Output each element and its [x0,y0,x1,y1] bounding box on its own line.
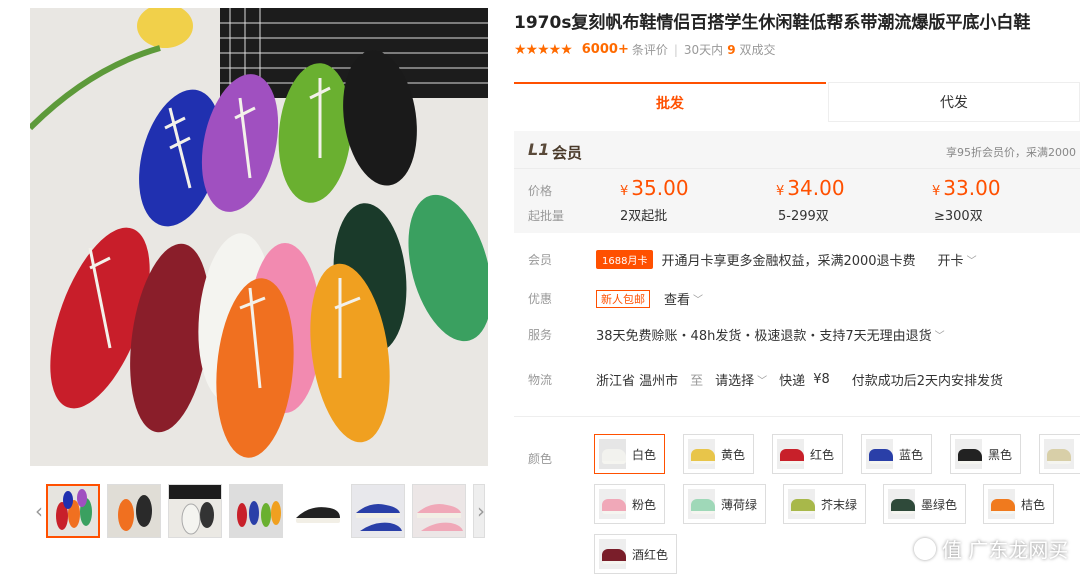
color-label: 颜色 [528,452,553,466]
shoe-thumbnail [599,439,626,469]
view-promo-link[interactable]: 查看 [664,289,690,308]
shipping-fee: ¥8 [813,372,830,387]
shoe-thumbnail [866,439,893,469]
color-option-white[interactable]: 白色 [594,434,665,474]
sold-suffix: 双成交 [739,43,776,57]
new-user-shipping-badge: 新人包邮 [596,289,650,308]
thumbnail[interactable] [46,484,100,538]
thumbnail[interactable] [290,484,344,538]
color-option-mint-green[interactable]: 薄荷绿 [683,484,766,524]
rating-row: ★★★★★ 6000+ 条评价 | 30天内 9 双成交 [514,41,776,58]
row-label: 物流 [528,373,553,387]
chevron-down-icon[interactable]: ﹀ [693,291,703,306]
rating-label: 条评价 [631,43,668,57]
watermark: 值 广东龙网买 [914,534,1068,563]
color-option-orange[interactable]: 桔色 [983,484,1054,524]
shoe-thumbnail [688,439,715,469]
monthly-card-badge: 1688月卡 [596,250,654,269]
row-label: 会员 [528,253,553,267]
price-label: 价格 [528,184,553,198]
qty-label: 起批量 [528,209,565,223]
shoe-thumbnail [788,489,815,519]
color-option-pink[interactable]: 粉色 [594,484,665,524]
shipping-note: 付款成功后2天内安排发货 [851,374,1004,389]
color-option-red[interactable]: 红色 [772,434,843,474]
thumbnail[interactable] [412,484,466,538]
chevron-down-icon[interactable]: ﹀ [935,327,945,342]
purchase-mode-tabs: 批发 代发 [514,82,1080,122]
member-label: 会员 [552,144,583,162]
tier-qty: 2双起批 [620,209,668,224]
shoe-thumbnail [599,539,626,569]
tier-price: ¥33.00 [932,176,1001,200]
promo-row: 优惠 新人包邮 查看 ﹀ [514,287,1080,311]
color-option-blue[interactable]: 蓝色 [861,434,932,474]
shoe-thumbnail [1044,439,1074,469]
color-option-wine-red[interactable]: 酒红色 [594,534,677,574]
tier-price: ¥35.00 [620,176,689,200]
color-option-black[interactable]: 黑色 [950,434,1021,474]
shoe-thumbnail [688,489,715,519]
service-row: 服务 38天免费赊账・48h发货・极速退款・支持7天无理由退货 ﹀ [514,323,1080,347]
chevron-down-icon[interactable]: ﹀ [967,252,977,267]
thumbnail[interactable] [107,484,161,538]
chevron-left-icon[interactable]: ‹ [32,494,46,528]
thumbnail[interactable] [168,484,222,538]
sold-count: 9 [727,42,736,57]
color-option-partial[interactable] [1039,434,1080,474]
tier-price: ¥34.00 [776,176,845,200]
color-option-mustard-green[interactable]: 芥末绿 [783,484,866,524]
thumbnail-strip: ‹ › [30,480,490,542]
price-panel: L1 会员 享95折会员价，采满2000 价格 起批量 ¥35.00 2双起批 … [514,131,1080,233]
member-level: L1 [528,140,550,159]
thumbnail[interactable] [229,484,283,538]
product-title: 1970s复刻帆布鞋情侣百搭学生休闲鞋低帮系带潮流爆版平底小白鞋 [514,13,1031,33]
tab-dropship[interactable]: 代发 [827,82,1080,122]
tier-qty: 5-299双 [778,209,829,224]
rating-count[interactable]: 6000+ [582,42,629,57]
row-label: 服务 [528,328,553,342]
main-product-image[interactable] [30,8,488,466]
watermark-logo-icon [914,537,936,560]
shoe-thumbnail [955,439,982,469]
member-note: 享95折会员价，采满2000 [946,146,1076,159]
logistics-row: 物流 浙江省 温州市 至 请选择 ﹀ 快递 ¥8 付款成功后2天内安排发货 [514,368,1080,392]
member-card-row: 会员 1688月卡 开通月卡享更多金融权益，采满2000退卡费 开卡 ﹀ [514,248,1080,272]
member-banner: L1 会员 享95折会员价，采满2000 [514,131,1080,169]
member-card-text: 开通月卡享更多金融权益，采满2000退卡费 [661,254,916,269]
shoe-thumbnail [888,489,915,519]
chevron-down-icon[interactable]: ﹀ [757,372,767,387]
star-rating-icon: ★★★★★ [514,41,573,58]
row-label: 优惠 [528,292,553,306]
color-option-yellow[interactable]: 黄色 [683,434,754,474]
open-card-link[interactable]: 开卡 [938,250,964,269]
shipping-method: 快递 [779,374,806,389]
shoe-thumbnail [777,439,804,469]
destination-select[interactable]: 请选择 [715,370,754,389]
sold-prefix: 30天内 [683,43,724,57]
shoe-thumbnail [599,489,626,519]
divider: | [673,42,678,57]
tab-wholesale[interactable]: 批发 [514,82,826,122]
to-text: 至 [690,374,704,389]
thumbnail[interactable] [351,484,405,538]
shoe-thumbnail [988,489,1015,519]
service-text[interactable]: 38天免费赊账・48h发货・极速退款・支持7天无理由退货 [596,325,932,344]
section-divider [514,416,1080,417]
tier-qty: ≥300双 [934,209,983,224]
color-option-dark-green[interactable]: 墨绿色 [883,484,966,524]
origin-location: 浙江省 温州市 [596,374,679,389]
chevron-right-icon[interactable]: › [474,494,488,528]
